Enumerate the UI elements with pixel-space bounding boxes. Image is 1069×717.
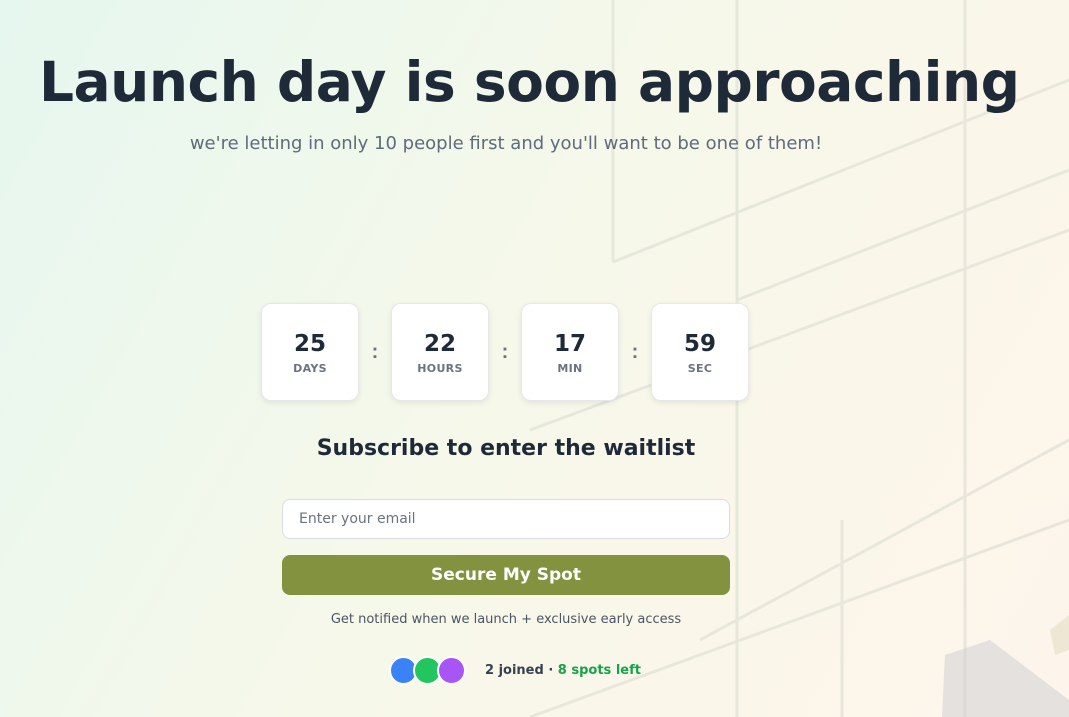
countdown-separator: : <box>631 340 639 363</box>
page-subtitle: we're letting in only 10 people first an… <box>189 133 823 154</box>
countdown-minutes: 17 MIN <box>521 303 619 401</box>
countdown-days-label: DAYS <box>293 361 327 375</box>
social-proof: 2 joined · 8 spots left <box>389 656 641 685</box>
countdown-hours-value: 22 <box>423 330 456 357</box>
joined-count: 2 joined <box>485 663 544 678</box>
countdown-minutes-value: 17 <box>553 330 586 357</box>
countdown-days: 25 DAYS <box>261 303 359 401</box>
countdown-minutes-label: MIN <box>557 361 583 375</box>
countdown-timer: 25 DAYS : 22 HOURS : 17 MIN : 59 SEC <box>261 303 749 401</box>
signup-note: Get notified when we launch + exclusive … <box>330 612 682 627</box>
countdown-separator: : <box>371 340 379 363</box>
waitlist-heading: Subscribe to enter the waitlist <box>316 436 696 461</box>
countdown-seconds-label: SEC <box>687 361 713 375</box>
countdown-separator: : <box>501 340 509 363</box>
countdown-seconds-value: 59 <box>683 330 716 357</box>
spots-left: 8 spots left <box>557 663 641 678</box>
countdown-days-value: 25 <box>293 330 326 357</box>
countdown-hours: 22 HOURS <box>391 303 489 401</box>
countdown-seconds: 59 SEC <box>651 303 749 401</box>
secure-spot-button[interactable]: Secure My Spot <box>282 555 730 595</box>
countdown-hours-label: HOURS <box>417 361 463 375</box>
page-title: Launch day is soon approaching <box>39 50 1020 114</box>
email-input[interactable] <box>282 499 730 539</box>
social-separator: · <box>543 663 558 678</box>
avatar <box>437 656 466 685</box>
social-proof-text: 2 joined · 8 spots left <box>485 663 641 678</box>
